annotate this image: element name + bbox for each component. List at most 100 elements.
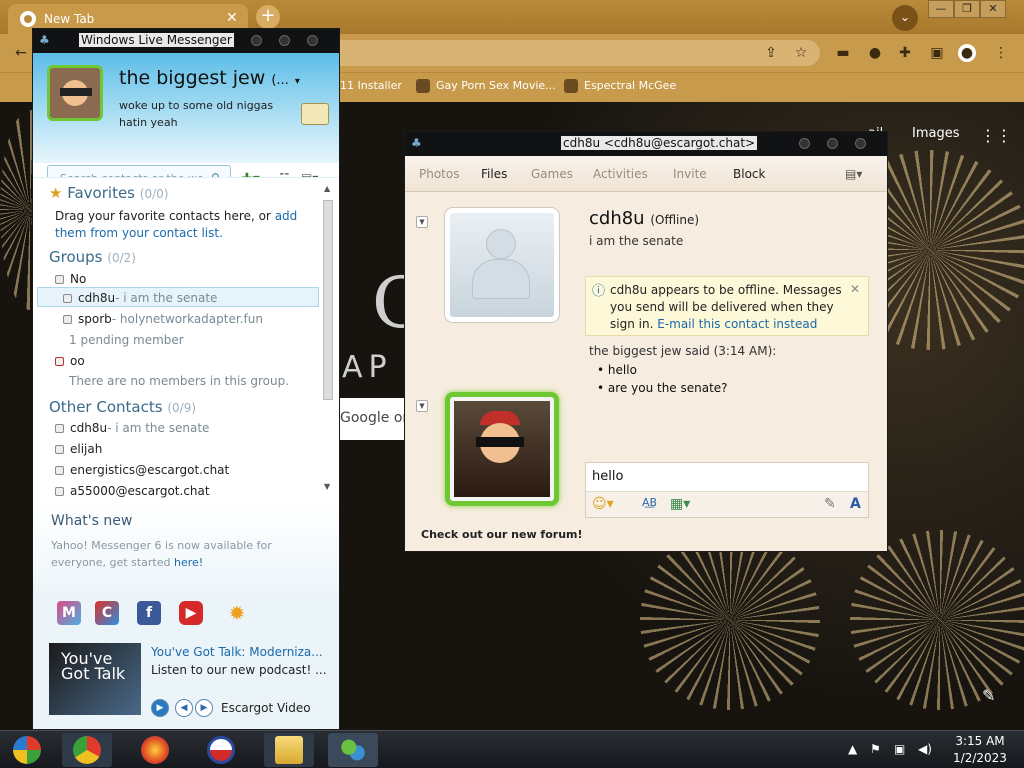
extension-flag-icon[interactable]: ▬ (834, 44, 852, 62)
group-no[interactable]: No (55, 272, 325, 286)
restore-button[interactable]: ❐ (954, 0, 980, 18)
collapse-toggle-icon[interactable]: ▼ (416, 400, 428, 412)
youtube-icon[interactable]: ▶ (179, 601, 203, 625)
sun-app-icon[interactable]: ✹ (225, 601, 249, 625)
bookmark-item[interactable]: Gay Porn Sex Movie... (416, 79, 556, 93)
status-icon (55, 466, 64, 475)
menu-games[interactable]: Games (531, 167, 573, 181)
new-tab-button[interactable]: + (256, 5, 280, 29)
messenger-app-icon[interactable]: M (57, 601, 81, 625)
handwriting-icon[interactable]: ✎ (824, 496, 836, 512)
minimize-icon[interactable] (251, 35, 262, 46)
close-icon[interactable] (855, 138, 866, 149)
contact-row[interactable]: energistics@escargot.chat (55, 463, 325, 477)
contact-row[interactable]: cdh8u- i am the senate (55, 421, 325, 435)
show-hidden-icons[interactable]: ▲ (848, 742, 857, 756)
scroll-down-icon[interactable]: ▼ (324, 482, 330, 491)
previous-icon[interactable]: ◀ (175, 699, 193, 717)
contact-row[interactable]: a55000@escargot.chat (55, 484, 325, 500)
status-icon (55, 487, 64, 496)
extensions-puzzle-icon[interactable]: ✚ (896, 44, 914, 62)
self-avatar[interactable] (445, 392, 559, 506)
conversation-titlebar[interactable]: ♣ cdh8u <cdh8u@escargot.chat> (405, 132, 887, 156)
start-button[interactable] (2, 733, 52, 767)
contact-list-scrollbar[interactable]: ▲ ▼ (323, 184, 333, 494)
menu-block[interactable]: Block (733, 167, 765, 181)
personal-message[interactable]: woke up to some old niggas hatin yeah (119, 97, 295, 131)
email-contact-link[interactable]: E-mail this contact instead (657, 317, 817, 331)
mail-icon[interactable] (301, 103, 329, 125)
contact-row[interactable]: cdh8u- i am the senate (63, 291, 333, 305)
forum-link[interactable]: Check out our new forum! (421, 528, 583, 541)
share-icon[interactable]: ⇪ (762, 44, 780, 62)
groups-header[interactable]: Groups (0/2) (49, 248, 136, 266)
promo-thumbnail[interactable]: You've Got Talk (49, 643, 141, 715)
user-avatar[interactable] (47, 65, 103, 121)
minimize-icon[interactable] (799, 138, 810, 149)
taskbar-firefox[interactable] (130, 733, 180, 767)
messenger-titlebar[interactable]: ♣ Windows Live Messenger (33, 29, 339, 53)
tab-search-icon[interactable]: ⌄ (892, 5, 918, 31)
message-input[interactable]: hello ☺▾ A͟B ▦▾ ✎ A (585, 462, 869, 518)
taskbar-chrome[interactable] (62, 733, 112, 767)
bookmark-star-icon[interactable]: ☆ (792, 44, 810, 62)
display-name[interactable]: the biggest jew (... ▾ (119, 67, 300, 89)
group-oo[interactable]: oo (55, 354, 325, 368)
action-center-flag-icon[interactable]: ⚑ (870, 742, 881, 756)
bookmark-item[interactable]: 11 Installer (340, 79, 402, 92)
menu-invite[interactable]: Invite (673, 167, 707, 181)
address-bar[interactable] (300, 40, 820, 66)
group-icon (55, 275, 64, 284)
taskbar-messenger[interactable] (328, 733, 378, 767)
minimize-button[interactable]: — (928, 0, 954, 18)
messenger-icon (339, 736, 367, 764)
collapse-toggle-icon[interactable]: ▼ (416, 216, 428, 228)
notice-close-icon[interactable]: ✕ (850, 281, 860, 298)
pending-members[interactable]: 1 pending member (69, 333, 339, 347)
taskbar-explorer[interactable] (264, 733, 314, 767)
bookmark-item[interactable]: Espectral McGee (564, 79, 676, 93)
background-icon[interactable]: ▦▾ (670, 496, 690, 512)
customize-pencil-icon[interactable]: ✎ (982, 686, 995, 705)
system-clock[interactable]: 3:15 AM 1/2/2023 (944, 733, 1016, 767)
profile-icon[interactable]: ● (958, 44, 976, 62)
google-search-box[interactable]: Google or (338, 398, 408, 440)
whats-new-link[interactable]: here! (174, 556, 203, 569)
images-link[interactable]: Images (912, 126, 960, 141)
menu-options-icon[interactable]: ▤▾ (845, 167, 862, 181)
google-apps-icon[interactable]: ⋮⋮ (980, 126, 1012, 146)
volume-icon[interactable]: ◀) (918, 742, 932, 756)
back-icon[interactable]: ← (12, 44, 30, 62)
contact-row[interactable]: elijah (55, 442, 325, 456)
emoticon-icon[interactable]: ☺▾ (592, 496, 614, 512)
favorites-header[interactable]: ★ Favorites (0/0) (49, 184, 168, 202)
maximize-icon[interactable] (827, 138, 838, 149)
close-button[interactable]: ✕ (980, 0, 1006, 18)
extension-avatar-icon[interactable]: ● (866, 44, 884, 62)
promo-title-link[interactable]: You've Got Talk: Moderniza... (151, 645, 323, 659)
font-icon[interactable]: A (850, 496, 861, 512)
menu-photos[interactable]: Photos (419, 167, 459, 181)
promo-source: Escargot Video (221, 701, 311, 715)
font-style-icon[interactable]: A͟B (642, 496, 657, 509)
maximize-icon[interactable] (279, 35, 290, 46)
play-icon[interactable]: ▶ (151, 699, 169, 717)
taskbar-obama[interactable] (196, 733, 246, 767)
c-app-icon[interactable]: C (95, 601, 119, 625)
scrollbar-thumb[interactable] (323, 200, 333, 400)
side-panel-icon[interactable]: ▣ (928, 44, 946, 62)
contact-row[interactable]: sporb- holynetworkadapter.fun (63, 312, 333, 326)
tab-close-icon[interactable]: ✕ (226, 10, 238, 26)
doodle-text-fragment: AP (342, 350, 393, 385)
menu-files[interactable]: Files (481, 167, 507, 181)
scroll-up-icon[interactable]: ▲ (324, 184, 330, 193)
contact-avatar[interactable] (445, 208, 559, 322)
menu-kebab-icon[interactable]: ⋮ (992, 44, 1010, 62)
status-dropdown-icon[interactable]: ▾ (295, 76, 300, 87)
close-icon[interactable] (307, 35, 318, 46)
facebook-icon[interactable]: f (137, 601, 161, 625)
menu-activities[interactable]: Activities (593, 167, 648, 181)
next-icon[interactable]: ▶ (195, 699, 213, 717)
other-contacts-header[interactable]: Other Contacts (0/9) (49, 398, 196, 416)
network-icon[interactable]: ▣ (894, 742, 905, 756)
